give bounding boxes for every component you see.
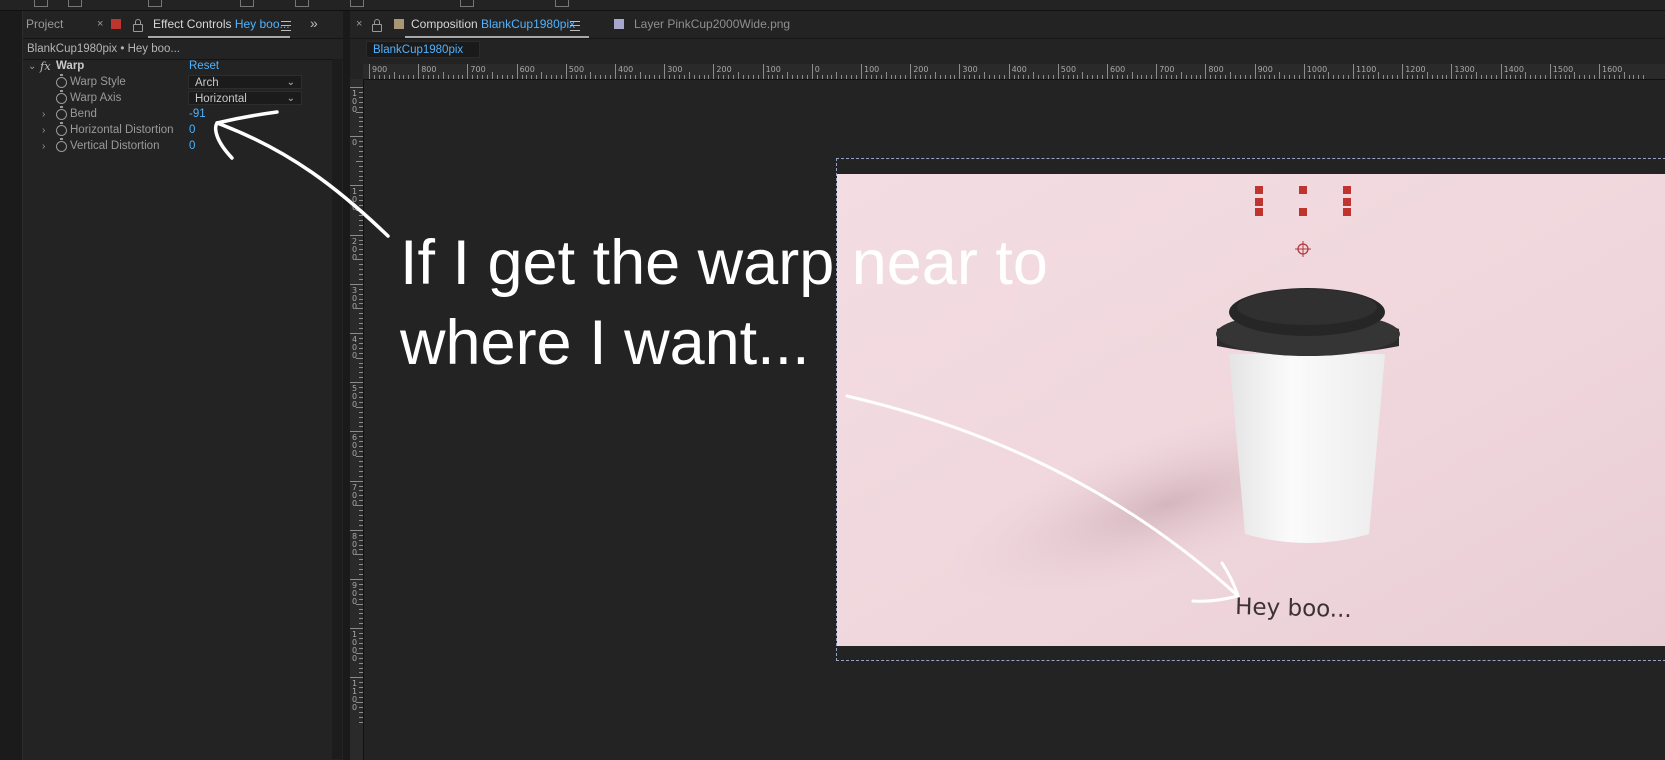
- annotation-line: where I want...: [400, 308, 810, 378]
- arrow-head-annotation: [1191, 561, 1240, 603]
- arrow-annotation: [215, 121, 390, 238]
- annotation-caption: If I get the warp near to where I want..…: [400, 223, 1100, 383]
- arrow-annotation: [845, 394, 1240, 598]
- annotation-line: If I get the warp near to: [400, 228, 1048, 298]
